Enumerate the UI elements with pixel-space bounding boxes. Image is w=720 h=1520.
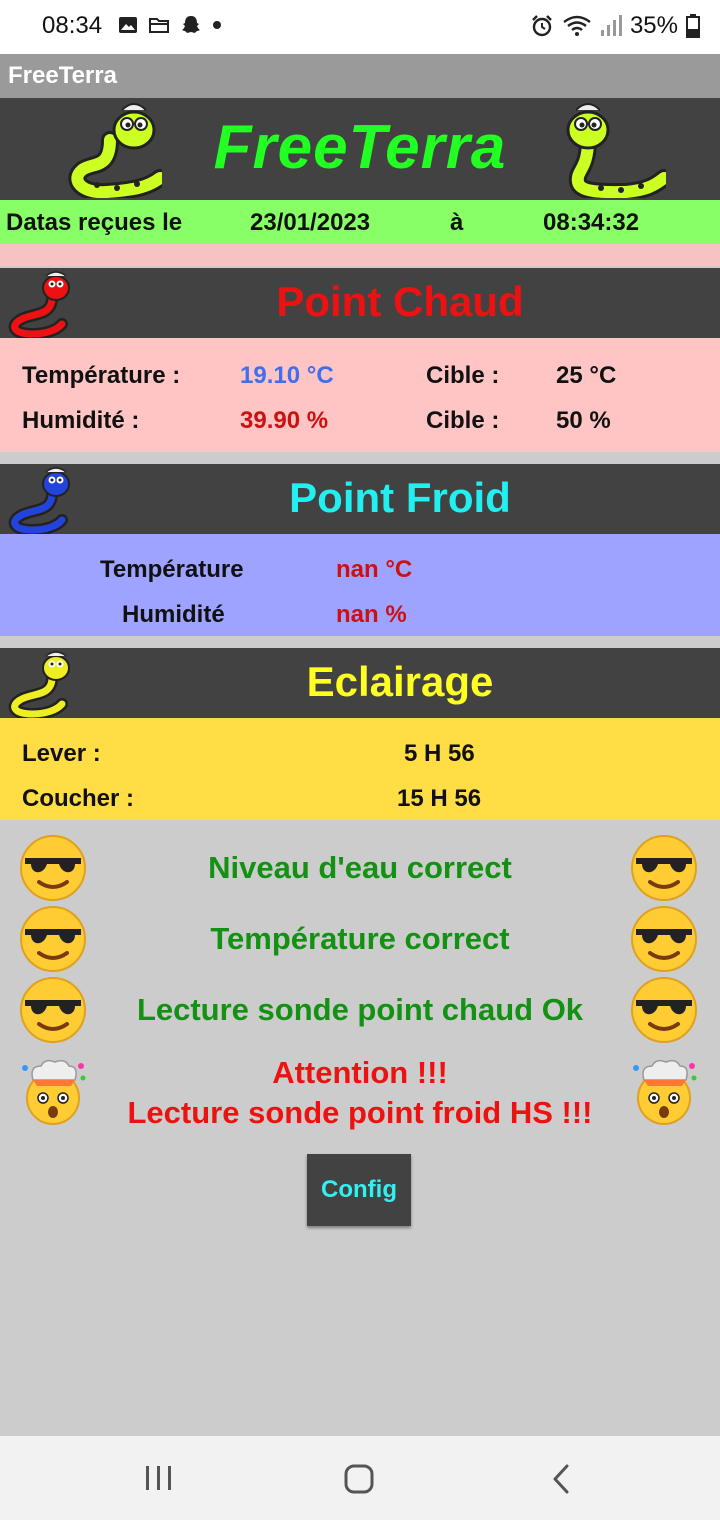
alert-probe-cold-message: Lecture sonde point froid HS !!! — [127, 1095, 593, 1130]
exploding-head-emoji-icon — [22, 1059, 86, 1125]
header-banner: FreeTerra — [0, 98, 720, 200]
data-received-date: 23/01/2023 — [250, 209, 371, 236]
signal-icon — [600, 15, 622, 36]
chaud-temp-target-label: Cible : — [426, 362, 500, 389]
recent-apps-icon[interactable] — [144, 1464, 174, 1492]
coucher-label: Coucher : — [22, 785, 135, 812]
sunglasses-emoji-icon — [631, 906, 697, 972]
battery-percent: 35% — [629, 12, 678, 39]
data-received-at: à — [450, 209, 464, 236]
chaud-hum-target-value: 50 % — [556, 407, 611, 434]
gallery-icon — [119, 17, 137, 33]
home-icon[interactable] — [343, 1464, 375, 1494]
froid-temp-label: Température — [100, 556, 244, 583]
data-received-time: 08:34:32 — [543, 209, 640, 236]
chaud-hum-target-label: Cible : — [426, 407, 500, 434]
app-bar-title: FreeTerra — [8, 62, 117, 89]
lever-value: 5 H 56 — [404, 740, 475, 767]
status-icons-right: 35% — [530, 12, 700, 40]
config-button[interactable]: Config — [307, 1154, 411, 1226]
folder-icon — [149, 18, 169, 33]
snake-right-icon — [566, 103, 666, 198]
sunglasses-emoji-icon — [631, 835, 697, 901]
separator — [0, 244, 720, 266]
status-icons-left — [118, 14, 222, 36]
probe-hot-message: Lecture sonde point chaud Ok — [136, 992, 584, 1027]
point-froid-panel: Température nan °C Humidité nan % — [0, 534, 720, 636]
alarm-icon — [532, 15, 552, 37]
point-froid-title: Point Froid — [289, 474, 511, 521]
snake-red-icon — [8, 271, 70, 338]
point-froid-header: Point Froid — [0, 464, 720, 534]
chaud-temp-label: Température : — [22, 362, 181, 389]
dot-icon — [213, 21, 221, 29]
eclairage-panel: Lever : 5 H 56 Coucher : 15 H 56 — [0, 718, 720, 820]
snake-blue-icon — [8, 467, 70, 534]
battery-icon — [686, 14, 700, 38]
data-received-label: Datas reçues le — [6, 209, 183, 236]
point-chaud-title: Point Chaud — [276, 278, 524, 325]
lever-label: Lever : — [22, 740, 101, 767]
eclairage-title: Eclairage — [306, 658, 494, 705]
froid-temp-value: nan °C — [336, 556, 413, 583]
wifi-icon — [563, 15, 591, 36]
alert-title: Attention !!! — [272, 1055, 448, 1090]
chaud-temp-value: 19.10 °C — [240, 362, 334, 389]
snapchat-icon — [182, 16, 200, 33]
froid-hum-label: Humidité — [122, 601, 225, 628]
sunglasses-emoji-icon — [20, 906, 86, 972]
sunglasses-emoji-icon — [20, 977, 86, 1043]
exploding-head-emoji-icon — [633, 1059, 697, 1125]
point-chaud-header: Point Chaud — [0, 268, 720, 338]
chaud-hum-label: Humidité : — [22, 407, 140, 434]
froid-hum-value: nan % — [336, 601, 407, 628]
point-chaud-panel: Température : 19.10 °C Cible : 25 °C Hum… — [0, 338, 720, 452]
status-bar: 08:34 35% — [0, 0, 720, 54]
snake-yellow-icon — [8, 651, 70, 718]
status-time: 08:34 — [42, 12, 103, 39]
sunglasses-emoji-icon — [20, 835, 86, 901]
coucher-value: 15 H 56 — [397, 785, 482, 812]
water-level-message: Niveau d'eau correct — [208, 850, 512, 885]
chaud-temp-target-value: 25 °C — [556, 362, 617, 389]
temperature-message: Température correct — [210, 921, 510, 956]
app-bar: FreeTerra — [0, 54, 720, 98]
back-icon[interactable] — [550, 1464, 572, 1494]
data-received-row: Datas reçues le 23/01/2023 à 08:34:32 — [0, 200, 720, 244]
eclairage-header: Eclairage — [0, 648, 720, 718]
chaud-hum-value: 39.90 % — [240, 407, 329, 434]
sunglasses-emoji-icon — [631, 977, 697, 1043]
navigation-bar — [0, 1436, 720, 1520]
